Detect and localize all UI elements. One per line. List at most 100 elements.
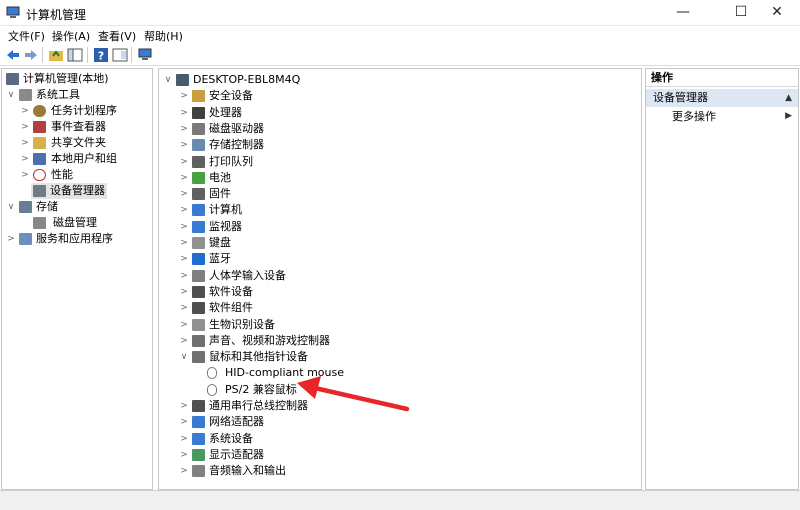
submenu-arrow-icon[interactable]: ▶ (785, 111, 792, 121)
tree-item-disk-management[interactable]: 磁盘管理 (33, 215, 152, 231)
chevron-right-icon[interactable]: > (179, 251, 189, 267)
device-category[interactable]: > 声音、视频和游戏控制器 (179, 333, 479, 349)
tree-item-performance[interactable]: > 性能 (20, 167, 152, 183)
tree-item-task-scheduler[interactable]: > 任务计划程序 (20, 103, 152, 119)
device-category-icon (192, 351, 205, 363)
chevron-right-icon[interactable]: > (20, 167, 30, 183)
device-tree-pane[interactable]: ∨ DESKTOP-EBL8M4Q > 安全设备 > 处理器 > 磁盘驱动器 > 存储控制器 > 打印… (158, 68, 642, 490)
device-category-label: 人体学输入设备 (209, 269, 286, 282)
chevron-right-icon[interactable]: > (179, 137, 189, 153)
chevron-down-icon[interactable]: ∨ (6, 199, 16, 215)
chevron-right-icon[interactable]: > (179, 333, 189, 349)
tree-item-device-manager[interactable]: 设备管理器 (31, 183, 107, 199)
tree-item-system-tools[interactable]: ∨ 系统工具 (6, 87, 152, 103)
show-console-tree-icon[interactable] (67, 47, 83, 63)
device-category[interactable]: > 键盘 (179, 235, 479, 251)
chevron-right-icon[interactable]: > (179, 121, 189, 137)
forward-arrow-icon[interactable] (23, 47, 39, 63)
device-category-label: 系统设备 (209, 432, 253, 445)
device-category[interactable]: > 网络适配器 (179, 414, 479, 430)
chevron-down-icon[interactable]: ∨ (6, 87, 16, 103)
tree-item-storage[interactable]: ∨ 存储 (6, 199, 152, 215)
chevron-right-icon[interactable]: > (179, 105, 189, 121)
chevron-right-icon[interactable]: > (179, 154, 189, 170)
shared-folder-icon (33, 137, 46, 149)
chevron-right-icon[interactable]: > (20, 103, 30, 119)
chevron-right-icon[interactable]: > (179, 398, 189, 414)
chevron-right-icon[interactable]: > (179, 88, 189, 104)
device-category[interactable]: > 音频输入和输出 (179, 463, 479, 479)
device-category[interactable]: > 计算机 (179, 202, 479, 218)
up-folder-icon[interactable] (48, 47, 64, 63)
device-category[interactable]: > 软件组件 (179, 300, 479, 316)
chevron-right-icon[interactable]: > (179, 202, 189, 218)
mouse-device-item[interactable]: HID-compliant mouse (207, 365, 427, 381)
device-category[interactable]: > 生物识别设备 (179, 317, 479, 333)
chevron-right-icon[interactable]: > (179, 268, 189, 284)
chevron-right-icon[interactable]: > (179, 235, 189, 251)
device-category[interactable]: > 磁盘驱动器 (179, 121, 479, 137)
tree-item-shared-folders[interactable]: > 共享文件夹 (20, 135, 152, 151)
device-category[interactable]: > 软件设备 (179, 284, 479, 300)
menu-help[interactable]: 帮助(H) (144, 28, 183, 44)
chevron-right-icon[interactable]: > (179, 463, 189, 479)
chevron-down-icon[interactable]: ∨ (179, 349, 189, 365)
device-category-icon (192, 319, 205, 331)
menu-bar: 文件(F) 操作(A) 查看(V) 帮助(H) (0, 26, 800, 44)
tree-item-services-applications[interactable]: > 服务和应用程序 (6, 231, 152, 247)
actions-section-device-manager[interactable]: 设备管理器 ▲ (646, 89, 798, 107)
minimize-button[interactable]: — (660, 0, 706, 26)
menu-file[interactable]: 文件(F) (8, 28, 45, 44)
device-category[interactable]: > 存储控制器 (179, 137, 479, 153)
device-category[interactable]: > 打印队列 (179, 154, 479, 170)
chevron-right-icon[interactable]: > (179, 284, 189, 300)
device-category-icon (192, 107, 205, 119)
device-category-icon (192, 416, 205, 428)
close-button[interactable]: ✕ (754, 0, 800, 26)
device-category[interactable]: > 固件 (179, 186, 479, 202)
device-category[interactable]: > 监视器 (179, 219, 479, 235)
device-category[interactable]: > 蓝牙 (179, 251, 479, 267)
device-category[interactable]: > 处理器 (179, 105, 479, 121)
device-category[interactable]: > 电池 (179, 170, 479, 186)
chevron-right-icon[interactable]: > (179, 219, 189, 235)
collapse-up-icon[interactable]: ▲ (785, 89, 792, 107)
help-icon[interactable]: ? (93, 47, 109, 63)
mouse-device-item[interactable]: PS/2 兼容鼠标 (207, 382, 427, 398)
device-category[interactable]: > 系统设备 (179, 431, 479, 447)
chevron-right-icon[interactable]: > (20, 151, 30, 167)
chevron-right-icon[interactable]: > (20, 119, 30, 135)
chevron-right-icon[interactable]: > (6, 231, 16, 247)
device-category-icon (192, 123, 205, 135)
properties-icon[interactable] (112, 47, 128, 63)
device-category-icon (192, 449, 205, 461)
more-actions-link[interactable]: 更多操作 (672, 109, 716, 125)
menu-action[interactable]: 操作(A) (52, 28, 90, 44)
device-category[interactable]: ∨ 鼠标和其他指针设备 (179, 349, 479, 365)
chevron-right-icon[interactable]: > (179, 447, 189, 463)
device-category[interactable]: > 安全设备 (179, 88, 479, 104)
device-category[interactable]: > 显示适配器 (179, 447, 479, 463)
chevron-right-icon[interactable]: > (179, 300, 189, 316)
tree-root-computer[interactable]: ∨ DESKTOP-EBL8M4Q (163, 72, 343, 88)
menu-view[interactable]: 查看(V) (98, 28, 136, 44)
chevron-down-icon[interactable]: ∨ (163, 72, 173, 88)
chevron-right-icon[interactable]: > (179, 186, 189, 202)
device-category-label: 软件组件 (209, 301, 253, 314)
device-category-label: 音频输入和输出 (209, 464, 286, 477)
chevron-right-icon[interactable]: > (179, 317, 189, 333)
device-category[interactable]: > 通用串行总线控制器 (179, 398, 479, 414)
back-arrow-icon[interactable] (5, 47, 21, 63)
device-category[interactable]: > 人体学输入设备 (179, 268, 479, 284)
chevron-right-icon[interactable]: > (179, 414, 189, 430)
tree-item-computer-management[interactable]: 计算机管理(本地) (6, 71, 152, 87)
chevron-right-icon[interactable]: > (179, 431, 189, 447)
tree-item-local-users-groups[interactable]: > 本地用户和组 (20, 151, 152, 167)
chevron-right-icon[interactable]: > (179, 170, 189, 186)
scan-hardware-icon[interactable] (137, 47, 153, 63)
console-tree-pane[interactable]: 计算机管理(本地) ∨ 系统工具 > 任务计划程序 > 事件查看器 > 共享文件… (1, 68, 153, 490)
tree-root-label: DESKTOP-EBL8M4Q (193, 73, 301, 86)
chevron-right-icon[interactable]: > (20, 135, 30, 151)
actions-pane: 操作 设备管理器 ▲ 更多操作 ▶ (645, 68, 799, 490)
tree-item-event-viewer[interactable]: > 事件查看器 (20, 119, 152, 135)
